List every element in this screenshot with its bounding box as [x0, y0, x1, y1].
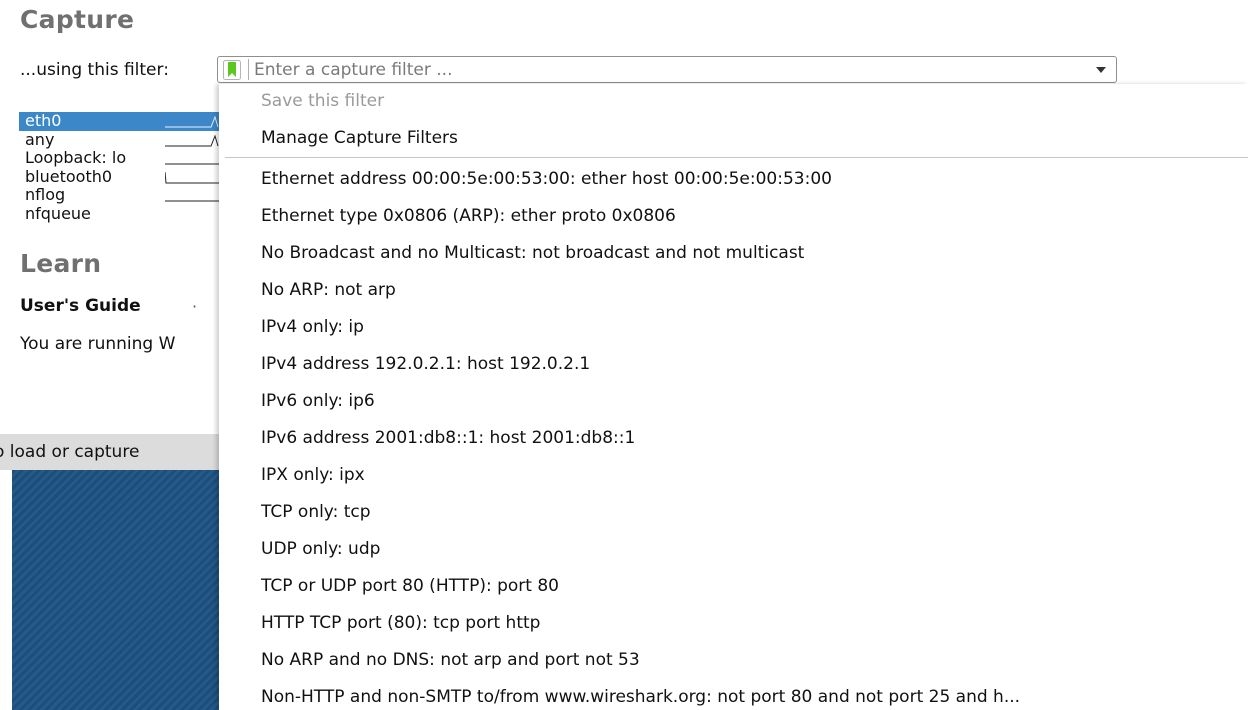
filter-menu-item[interactable]: IPv4 only: ip — [261, 314, 364, 340]
interface-item-nfqueue[interactable]: nfqueue — [19, 203, 219, 224]
interface-name: nflog — [25, 185, 66, 205]
filter-menu-item[interactable]: Ethernet type 0x0806 (ARP): ether proto … — [261, 203, 676, 229]
capture-filter-combobox[interactable] — [217, 56, 1117, 83]
interface-name: bluetooth0 — [25, 166, 113, 186]
filter-menu-item[interactable]: No ARP and no DNS: not arp and port not … — [261, 647, 640, 673]
sparkline-icon — [165, 200, 219, 202]
filter-menu-item[interactable]: Ethernet address 00:00:5e:00:53:00: ethe… — [261, 166, 832, 192]
interface-name: Loopback: lo — [25, 148, 127, 168]
filter-menu-item[interactable]: Non-HTTP and non-SMTP to/from www.wiresh… — [261, 684, 1020, 710]
filter-menu-item[interactable]: HTTP TCP port (80): tcp port http — [261, 610, 540, 636]
filter-menu-item[interactable]: TCP or UDP port 80 (HTTP): port 80 — [261, 573, 559, 599]
capture-filter-menu: Save this filter Manage Capture Filters … — [219, 84, 1248, 710]
filter-menu-item[interactable]: IPv6 only: ip6 — [261, 388, 375, 414]
filter-menu-item[interactable]: IPX only: ipx — [261, 462, 365, 488]
filter-label: ...using this filter: — [20, 60, 169, 80]
filter-menu-item[interactable]: No ARP: not arp — [261, 277, 396, 303]
learn-section-title: Learn — [20, 249, 102, 278]
sparkline-icon — [165, 163, 219, 165]
desktop-wallpaper — [12, 470, 220, 710]
interface-name: nfqueue — [25, 203, 91, 223]
link-separator: · — [192, 297, 198, 316]
filter-menu-item[interactable]: No Broadcast and no Multicast: not broad… — [261, 240, 804, 266]
interface-item-loopback[interactable]: Loopback: lo — [19, 149, 219, 168]
chevron-down-icon[interactable] — [1096, 67, 1106, 73]
interface-list: eth0 any Loopback: lo bluetooth0 nflog n… — [19, 112, 219, 234]
users-guide-link[interactable]: User's Guide — [20, 296, 141, 316]
interface-name: eth0 — [25, 112, 62, 130]
interface-item-any[interactable]: any — [19, 129, 219, 150]
filter-menu-item[interactable]: UDP only: udp — [261, 536, 380, 562]
status-bar: o load or capture — [0, 434, 220, 470]
filter-menu-item[interactable]: IPv4 address 192.0.2.1: host 192.0.2.1 — [261, 351, 590, 377]
sparkline-icon — [165, 134, 219, 147]
interface-name: any — [25, 129, 55, 149]
sparkline-icon — [165, 116, 219, 128]
interface-item-eth0[interactable]: eth0 — [19, 112, 219, 131]
version-text: You are running W — [20, 334, 176, 354]
filter-menu-item[interactable]: TCP only: tcp — [261, 499, 371, 525]
interface-item-nflog[interactable]: nflog — [19, 186, 219, 205]
filter-separator — [248, 59, 249, 80]
capture-filter-input[interactable] — [254, 58, 1074, 81]
interface-item-bluetooth0[interactable]: bluetooth0 — [19, 166, 219, 187]
capture-section-title: Capture — [20, 5, 135, 34]
menu-item-manage-filters[interactable]: Manage Capture Filters — [261, 125, 458, 151]
sparkline-icon — [165, 171, 219, 184]
menu-item-save-filter[interactable]: Save this filter — [261, 88, 384, 114]
menu-divider — [225, 157, 1248, 158]
filter-menu-item[interactable]: IPv6 address 2001:db8::1: host 2001:db8:… — [261, 425, 635, 451]
bookmark-icon[interactable] — [223, 60, 241, 80]
status-text: o load or capture — [0, 442, 140, 462]
